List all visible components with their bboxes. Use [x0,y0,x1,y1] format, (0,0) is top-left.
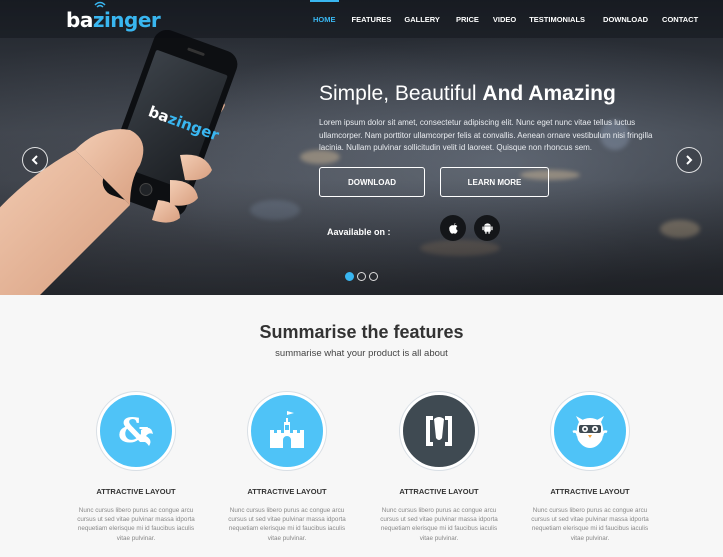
features-title: Summarise the features [259,322,464,342]
chevron-left-icon [31,155,38,165]
bracket-logo-icon [400,392,478,470]
feature-card: & ATTRACTIVE LAYOUT Nunc cursus libero pur… [71,392,201,543]
owl-icon [551,392,629,470]
nav-item-home[interactable]: HOME [310,0,338,38]
hero-slider: bazinger HOME FEATURES GALLERY PRICE VIDEO TE… [0,0,723,295]
slider-next-button[interactable] [676,147,702,173]
slider-dot-1[interactable] [345,272,354,281]
slider-dot-3[interactable] [369,272,378,281]
nav-item-download[interactable]: DOWNLOAD [603,0,648,38]
feature-description: Nunc cursus libero purus ac congue arcu … [380,507,498,542]
feature-title: ATTRACTIVE LAYOUT [247,487,327,496]
ampersand-dragon-icon: & [97,392,175,470]
main-nav: HOME FEATURES GALLERY PRICE VIDEO TESTIMONIAL… [310,0,698,38]
nav-item-testimonials[interactable]: TESTIMONIALS [529,0,585,38]
nav-item-price[interactable]: PRICE [456,0,479,38]
slider-pagination [345,272,378,281]
logo-suffix: zinger [92,8,161,32]
feature-title: ATTRACTIVE LAYOUT [550,487,630,496]
brand-logo[interactable]: bazinger [66,1,161,32]
chevron-right-icon [686,155,693,165]
hero-description: Lorem ipsum dolor sit amet, consectetur … [319,118,653,152]
nav-item-features[interactable]: FEATURES [352,0,392,38]
feature-card: ATTRACTIVE LAYOUT Nunc cursus libero puru… [525,392,655,543]
wifi-icon [94,1,106,8]
nav-item-gallery[interactable]: GALLERY [404,0,440,38]
feature-title: ATTRACTIVE LAYOUT [399,487,479,496]
slider-prev-button[interactable] [22,147,48,173]
feature-description: Nunc cursus libero purus ac congue arcu … [77,507,195,542]
learn-more-button[interactable]: LEARN MORE [440,167,549,197]
feature-card: ATTRACTIVE LAYOUT Nunc cursus libero puru… [374,392,504,543]
slider-dot-2[interactable] [357,272,366,281]
feature-description: Nunc cursus libero purus ac congue arcu … [531,507,649,542]
hero-title: Simple, Beautiful And Amazing [319,82,616,105]
android-store-button[interactable] [474,215,500,241]
nav-item-video[interactable]: VIDEO [493,0,516,38]
feature-description: Nunc cursus libero purus ac congue arcu … [228,507,346,542]
logo-prefix: ba [66,8,93,32]
available-on-label: Aavailable on : [327,227,391,237]
apple-icon [448,223,458,234]
download-button[interactable]: DOWNLOAD [319,167,425,197]
android-icon [481,223,493,234]
castle-icon [248,392,326,470]
top-navbar: bazinger HOME FEATURES GALLERY PRICE VIDEO TE… [0,0,723,38]
apple-store-button[interactable] [440,215,466,241]
nav-item-contact[interactable]: CONTACT [662,0,698,38]
features-subtitle: summarise what your product is all about [275,348,448,359]
feature-card: ATTRACTIVE LAYOUT Nunc cursus libero puru… [222,392,352,543]
feature-title: ATTRACTIVE LAYOUT [96,487,176,496]
